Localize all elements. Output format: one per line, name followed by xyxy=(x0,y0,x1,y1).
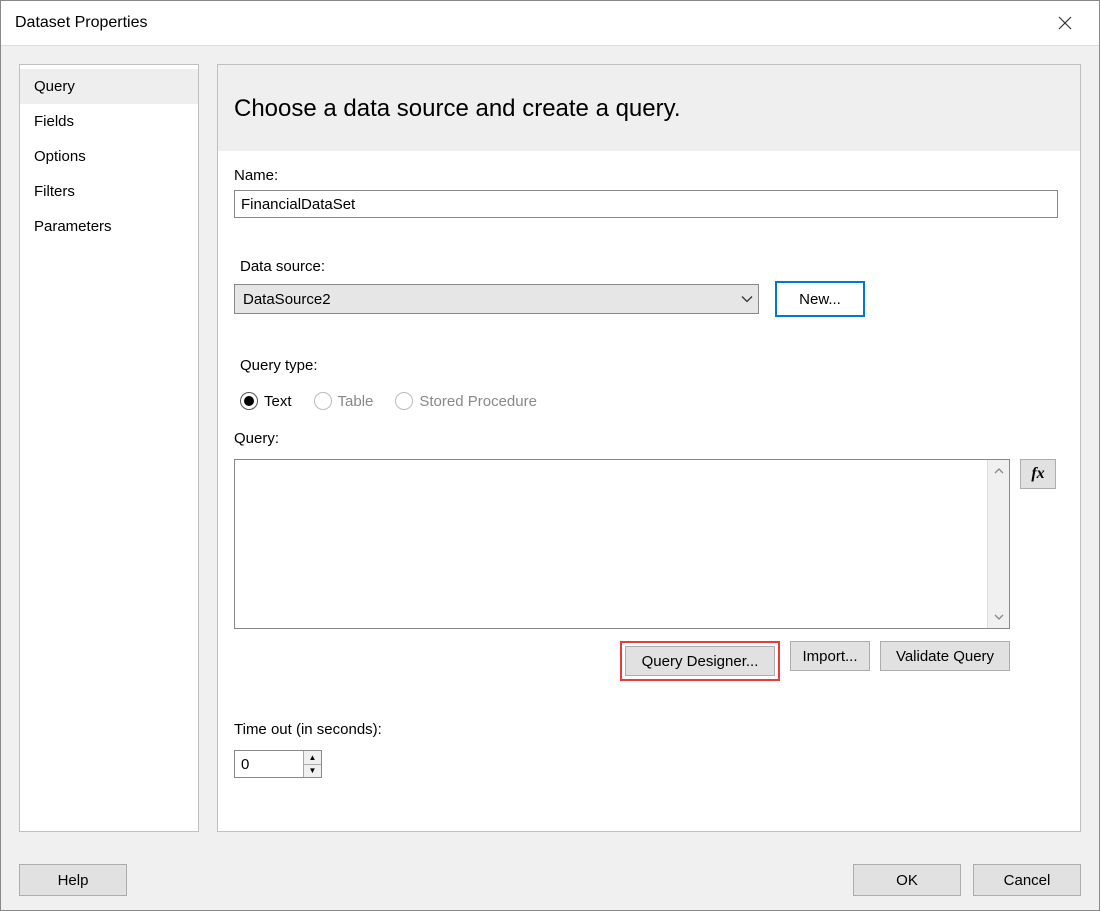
panel-heading: Choose a data source and create a query. xyxy=(218,65,1080,151)
sidebar: Query Fields Options Filters Parameters xyxy=(19,64,199,832)
dialog-body: Query Fields Options Filters Parameters … xyxy=(1,46,1099,850)
timeout-down-button[interactable]: ▼ xyxy=(304,764,321,778)
validate-query-button[interactable]: Validate Query xyxy=(880,641,1010,671)
radio-label: Table xyxy=(338,393,374,410)
datasource-select[interactable]: DataSource2 xyxy=(234,284,759,314)
query-label: Query: xyxy=(234,430,1064,447)
name-input[interactable] xyxy=(234,190,1058,218)
scroll-down-icon xyxy=(988,606,1009,628)
dialog-footer: Help OK Cancel xyxy=(1,850,1099,910)
radio-stored-procedure[interactable]: Stored Procedure xyxy=(395,392,537,410)
fx-icon: fx xyxy=(1031,465,1044,483)
sidebar-item-fields[interactable]: Fields xyxy=(20,104,198,139)
datasource-value: DataSource2 xyxy=(243,291,331,308)
caret-up-icon: ▲ xyxy=(309,753,317,762)
sidebar-item-label: Fields xyxy=(34,113,74,130)
radio-text[interactable]: Text xyxy=(240,392,292,410)
radio-circle-icon xyxy=(314,392,332,410)
cancel-button[interactable]: Cancel xyxy=(973,864,1081,896)
radio-circle-icon xyxy=(240,392,258,410)
expression-button[interactable]: fx xyxy=(1020,459,1056,489)
close-button[interactable] xyxy=(1045,3,1085,43)
sidebar-item-label: Options xyxy=(34,148,86,165)
scrollbar[interactable] xyxy=(987,460,1009,628)
main-panel: Choose a data source and create a query.… xyxy=(217,64,1081,832)
sidebar-item-label: Filters xyxy=(34,183,75,200)
sidebar-item-label: Parameters xyxy=(34,218,112,235)
timeout-up-button[interactable]: ▲ xyxy=(304,751,321,764)
sidebar-item-label: Query xyxy=(34,78,75,95)
radio-circle-icon xyxy=(395,392,413,410)
querytype-label: Query type: xyxy=(240,357,1064,374)
query-designer-button[interactable]: Query Designer... xyxy=(625,646,775,676)
sidebar-item-filters[interactable]: Filters xyxy=(20,174,198,209)
sidebar-item-query[interactable]: Query xyxy=(20,69,198,104)
name-label: Name: xyxy=(234,167,1064,184)
query-textarea[interactable] xyxy=(235,460,987,628)
timeout-label: Time out (in seconds): xyxy=(234,721,1064,738)
close-icon xyxy=(1058,16,1072,30)
datasource-label: Data source: xyxy=(240,258,1064,275)
radio-label: Stored Procedure xyxy=(419,393,537,410)
help-button[interactable]: Help xyxy=(19,864,127,896)
import-button[interactable]: Import... xyxy=(790,641,870,671)
sidebar-item-options[interactable]: Options xyxy=(20,139,198,174)
sidebar-item-parameters[interactable]: Parameters xyxy=(20,209,198,244)
query-textarea-container xyxy=(234,459,1010,629)
query-designer-highlight: Query Designer... xyxy=(620,641,780,681)
radio-label: Text xyxy=(264,393,292,410)
radio-table[interactable]: Table xyxy=(314,392,374,410)
caret-down-icon: ▼ xyxy=(309,766,317,775)
ok-button[interactable]: OK xyxy=(853,864,961,896)
timeout-input[interactable] xyxy=(235,751,303,777)
timeout-spinner: ▲ ▼ xyxy=(234,750,322,778)
panel-content: Name: Data source: DataSource2 New... xyxy=(218,151,1080,831)
titlebar: Dataset Properties xyxy=(1,1,1099,46)
scroll-up-icon xyxy=(988,460,1009,482)
dialog-title: Dataset Properties xyxy=(15,14,1045,32)
dataset-properties-dialog: Dataset Properties Query Fields Options … xyxy=(0,0,1100,911)
new-datasource-button[interactable]: New... xyxy=(775,281,865,317)
